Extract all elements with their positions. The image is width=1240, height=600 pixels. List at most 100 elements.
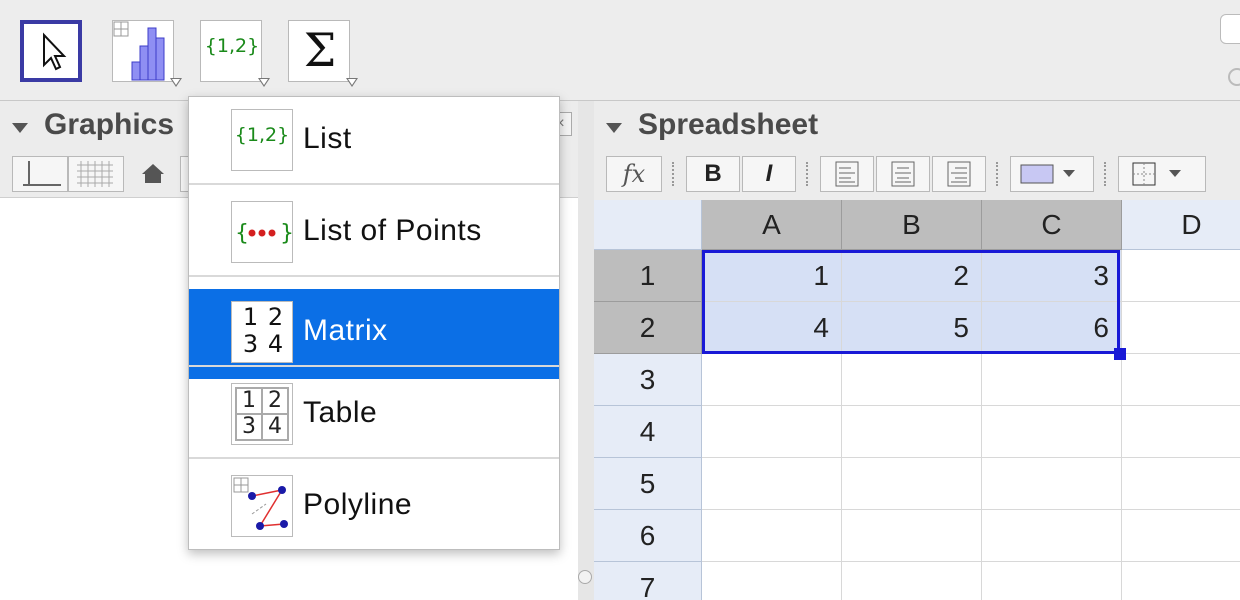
table-icon-digit: 4 — [263, 415, 287, 439]
matrix-icon: 1 2 3 4 — [231, 301, 293, 363]
menu-separator — [189, 365, 559, 367]
cell-b6[interactable] — [842, 510, 982, 562]
cell-c5[interactable] — [982, 458, 1122, 510]
cell-d6[interactable] — [1122, 510, 1240, 562]
menu-item-label: Matrix — [303, 314, 388, 347]
italic-button[interactable]: I — [742, 156, 796, 192]
cell-c1[interactable]: 3 — [982, 250, 1122, 302]
grip-icon — [672, 162, 678, 186]
row-header-3[interactable]: 3 — [594, 354, 702, 406]
grip-icon — [1104, 162, 1110, 186]
move-tool-button[interactable] — [20, 20, 82, 82]
arrow-cursor-icon — [43, 32, 67, 71]
border-style-button[interactable] — [1118, 156, 1206, 192]
cell-a4[interactable] — [702, 406, 842, 458]
main-toolbar: {1,2} Σ — [0, 0, 1240, 101]
cell-c7[interactable] — [982, 562, 1122, 600]
polyline-icon — [231, 475, 293, 537]
menu-item-label: List of Points — [303, 214, 482, 247]
divider-handle-icon[interactable] — [578, 570, 592, 584]
align-right-icon — [947, 161, 971, 187]
home-button[interactable] — [134, 156, 172, 192]
collapse-spreadsheet-icon[interactable] — [606, 123, 622, 133]
align-center-button[interactable] — [876, 156, 930, 192]
list-tool-icon: {1,2} — [204, 35, 260, 57]
table-icon-digit: 3 — [237, 415, 261, 439]
column-header-a[interactable]: A — [702, 200, 842, 250]
submenu-arrow-icon — [258, 78, 270, 87]
cell-d2[interactable] — [1122, 302, 1240, 354]
row-header-6[interactable]: 6 — [594, 510, 702, 562]
table-icon-digit: 1 — [237, 389, 261, 413]
background-color-button[interactable] — [1010, 156, 1094, 192]
sigma-icon: Σ — [303, 23, 337, 77]
toggle-grid-button[interactable] — [68, 156, 124, 192]
cell-b1[interactable]: 2 — [842, 250, 982, 302]
column-header-c[interactable]: C — [982, 200, 1122, 250]
cell-a2[interactable]: 4 — [702, 302, 842, 354]
collapse-graphics-icon[interactable] — [12, 123, 28, 133]
row-header-4[interactable]: 4 — [594, 406, 702, 458]
row-header-2[interactable]: 2 — [594, 302, 702, 354]
cell-c6[interactable] — [982, 510, 1122, 562]
sum-tool-button[interactable]: Σ — [288, 20, 358, 87]
settings-icon[interactable] — [1228, 68, 1240, 86]
menu-item-list-of-points[interactable]: { } List of Points — [189, 189, 559, 279]
submenu-arrow-icon — [170, 78, 182, 87]
spreadsheet-grid[interactable]: A B C D 1 2 3 4 5 6 7 1 2 3 4 5 6 — [594, 200, 1240, 600]
cell-d1[interactable] — [1122, 250, 1240, 302]
list-of-points-icon: { } — [231, 201, 293, 263]
cell-a7[interactable] — [702, 562, 842, 600]
cell-c4[interactable] — [982, 406, 1122, 458]
cell-d7[interactable] — [1122, 562, 1240, 600]
align-center-icon — [891, 161, 915, 187]
cell-c3[interactable] — [982, 354, 1122, 406]
grip-icon — [996, 162, 1002, 186]
cell-c2[interactable]: 6 — [982, 302, 1122, 354]
toggle-axes-button[interactable] — [12, 156, 68, 192]
row-header-1[interactable]: 1 — [594, 250, 702, 302]
submenu-arrow-icon — [346, 78, 358, 87]
menu-item-list[interactable]: {1,2} List — [189, 97, 559, 187]
row-header-5[interactable]: 5 — [594, 458, 702, 510]
column-header-d[interactable]: D — [1122, 200, 1240, 250]
menu-item-table[interactable]: 1 2 3 4 Table — [189, 371, 559, 461]
cell-b3[interactable] — [842, 354, 982, 406]
cell-a1[interactable]: 1 — [702, 250, 842, 302]
histogram-tool-button[interactable] — [112, 20, 182, 87]
list-tool-button[interactable]: {1,2} — [200, 20, 270, 87]
axes-icon — [23, 161, 61, 186]
panel-divider[interactable] — [578, 101, 594, 600]
cell-d5[interactable] — [1122, 458, 1240, 510]
histogram-icon — [113, 21, 165, 81]
cell-b4[interactable] — [842, 406, 982, 458]
bold-button[interactable]: B — [686, 156, 740, 192]
cell-a5[interactable] — [702, 458, 842, 510]
menu-item-label: Table — [303, 396, 378, 429]
cell-b2[interactable]: 5 — [842, 302, 982, 354]
corner-cell[interactable] — [594, 200, 702, 250]
fill-handle[interactable] — [1114, 348, 1126, 360]
svg-text:}: } — [280, 221, 292, 246]
row-header-7[interactable]: 7 — [594, 562, 702, 600]
menu-separator — [189, 183, 559, 185]
cell-d4[interactable] — [1122, 406, 1240, 458]
align-left-icon — [835, 161, 859, 187]
input-bar-button[interactable]: fx — [606, 156, 662, 192]
cell-a3[interactable] — [702, 354, 842, 406]
spreadsheet-title: Spreadsheet — [638, 108, 819, 141]
cell-b5[interactable] — [842, 458, 982, 510]
align-left-button[interactable] — [820, 156, 874, 192]
align-right-button[interactable] — [932, 156, 986, 192]
matrix-icon-digit: 2 — [267, 303, 284, 331]
home-icon — [142, 164, 164, 183]
column-header-b[interactable]: B — [842, 200, 982, 250]
menu-item-polyline[interactable]: Polyline — [189, 463, 559, 553]
menu-item-label: Polyline — [303, 488, 413, 521]
cell-d3[interactable] — [1122, 354, 1240, 406]
cell-b7[interactable] — [842, 562, 982, 600]
graphics-title: Graphics — [44, 108, 175, 141]
cell-a6[interactable] — [702, 510, 842, 562]
grip-icon — [806, 162, 812, 186]
undo-button[interactable] — [1220, 14, 1240, 44]
